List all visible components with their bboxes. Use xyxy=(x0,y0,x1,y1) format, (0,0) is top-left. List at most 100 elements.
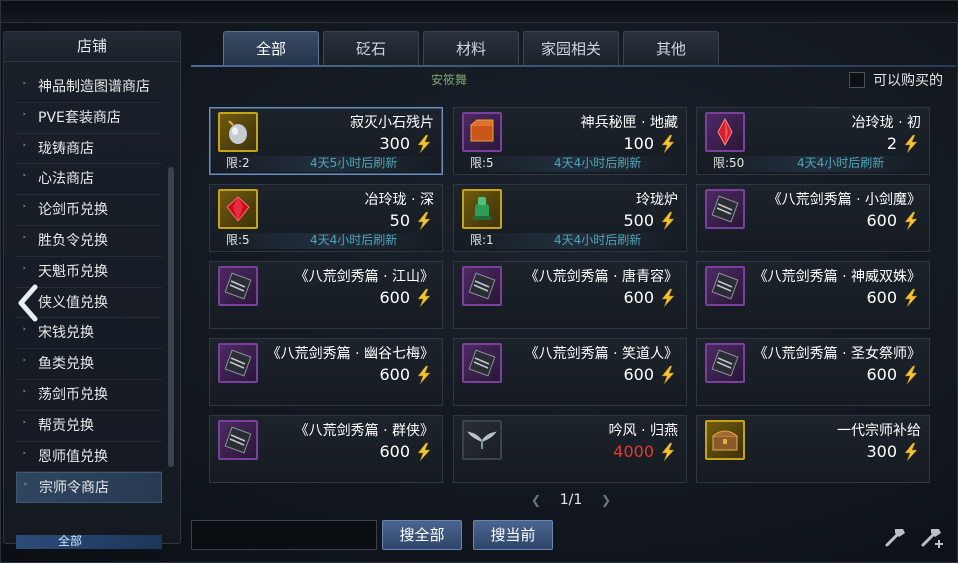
currency-bolt-icon xyxy=(901,134,921,154)
sidebar-item[interactable]: ˃ 荡剑币兑换 xyxy=(16,380,162,411)
sidebar-item-label: 荡剑币兑换 xyxy=(38,386,108,403)
shop-item-card[interactable]: 一代宗师补给 300 xyxy=(696,415,930,483)
tab[interactable]: 其他 xyxy=(623,31,719,65)
item-price: 100 xyxy=(623,134,654,153)
item-name: 一代宗师补给 xyxy=(837,423,921,439)
shop-item-card[interactable]: 《八荒剑秀篇 · 唐青容》 600 xyxy=(453,261,687,329)
chevron-right-icon: ˃ xyxy=(22,420,27,431)
item-limit: 限:2 xyxy=(226,156,250,170)
item-name: 《八荒剑秀篇 · 幽谷七梅》 xyxy=(266,346,434,362)
sidebar-title: 店铺 xyxy=(4,32,180,62)
page-indicator: 1/1 xyxy=(559,492,583,508)
sidebar-item-label: 帮贡兑换 xyxy=(38,417,94,434)
sidebar-sub-item-label: 全部 xyxy=(58,535,83,548)
prev-page-icon[interactable]: ❮ xyxy=(531,493,541,507)
item-name: 《八荒剑秀篇 · 小剑魔》 xyxy=(767,192,921,208)
item-price: 500 xyxy=(623,211,654,230)
currency-bolt-icon xyxy=(658,365,678,385)
search-input[interactable] xyxy=(191,520,377,550)
item-refresh: 4天4小时后刷新 xyxy=(554,233,642,247)
item-refresh: 4天4小时后刷新 xyxy=(797,156,885,170)
item-price: 600 xyxy=(623,288,654,307)
sidebar-item-label: 宗师令商店 xyxy=(39,480,109,497)
shop-item-card[interactable]: 《八荒剑秀篇 · 幽谷七梅》 600 xyxy=(209,338,443,406)
sidebar-item[interactable]: ˃ 心法商店 xyxy=(16,164,162,196)
item-price: 4000 xyxy=(613,442,654,461)
sidebar-item[interactable]: ˃ 珑铸商店 xyxy=(16,134,162,165)
sidebar-item-label: 胜负令兑换 xyxy=(38,232,108,249)
sidebar-item[interactable]: ˃ 恩师值兑换 xyxy=(16,442,162,473)
currency-bolt-icon xyxy=(901,211,921,231)
sidebar-item-label: 神品制造图谱商店 xyxy=(38,79,150,95)
tab-underline xyxy=(191,65,956,67)
sidebar-item[interactable]: ˃ 鱼类兑换 xyxy=(16,349,162,380)
sidebar-item-label: 论剑币兑换 xyxy=(38,202,108,219)
shop-window: 店铺 ˃ 神品制造图谱商店 ˃ PVE套装商店 ˃ 珑铸商店 ˃ 心法商店 ˃ 论剑币兑换 ˃ 胜负令… xyxy=(0,0,958,563)
sidebar-sub-item-all[interactable]: 全部 xyxy=(16,535,162,549)
scroll-icon xyxy=(218,420,258,460)
affordable-label: 可以购买的 xyxy=(873,73,943,89)
tab[interactable]: 家园相关 xyxy=(523,31,619,65)
currency-bolt-icon xyxy=(658,134,678,154)
shop-item-card[interactable]: 冶玲珑 · 深 50 限:5 4天4小时后刷新 xyxy=(209,184,443,252)
shop-item-card[interactable]: 冶玲珑 · 初 2 限:50 4天4小时后刷新 xyxy=(696,107,930,175)
affordable-checkbox[interactable] xyxy=(849,72,865,88)
item-name: 《八荒剑秀篇 · 群侠》 xyxy=(294,423,434,439)
sidebar-item[interactable]: ˃ 帮贡兑换 xyxy=(16,411,162,442)
sidebar-item[interactable]: ˃ 神品制造图谱商店 xyxy=(16,72,162,103)
orange-box-icon xyxy=(462,112,502,152)
wings-icon xyxy=(462,420,502,460)
item-price: 600 xyxy=(379,365,410,384)
item-name: 《八荒剑秀篇 · 神威双姝》 xyxy=(753,269,921,285)
item-name: 《八荒剑秀篇 · 唐青容》 xyxy=(524,269,678,285)
chevron-down-icon: ˅ xyxy=(23,483,28,494)
top-strip xyxy=(1,1,958,23)
sidebar-item[interactable]: ˅ 宗师令商店 xyxy=(16,472,162,504)
sidebar-scrollbar[interactable] xyxy=(168,167,174,467)
item-name: 《八荒剑秀篇 · 笑道人》 xyxy=(524,346,678,362)
item-name: 《八荒剑秀篇 · 江山》 xyxy=(294,269,434,285)
next-page-icon[interactable]: ❯ xyxy=(601,493,611,507)
hammer-icon[interactable] xyxy=(883,523,909,549)
tab[interactable]: 砭石 xyxy=(323,31,419,65)
treasure-chest-icon xyxy=(705,420,745,460)
sidebar-item-label: 天魁币兑换 xyxy=(38,263,108,280)
back-arrow-icon[interactable] xyxy=(13,283,43,323)
scroll-icon xyxy=(705,343,745,383)
shop-item-card[interactable]: 玲珑炉 500 限:1 4天4小时后刷新 xyxy=(453,184,687,252)
green-furnace-icon xyxy=(462,189,502,229)
hammer-plus-icon[interactable] xyxy=(919,523,945,549)
item-name: 寂灭小石残片 xyxy=(350,115,434,131)
item-refresh: 4天4小时后刷新 xyxy=(554,156,642,170)
sidebar-item[interactable]: ˃ 论剑币兑换 xyxy=(16,195,162,226)
scroll-icon xyxy=(218,266,258,306)
red-gem-icon xyxy=(218,189,258,229)
scroll-icon xyxy=(462,266,502,306)
item-price: 600 xyxy=(866,288,897,307)
sidebar-item[interactable]: ˃ PVE套装商店 xyxy=(16,103,162,134)
shop-item-card[interactable]: 《八荒剑秀篇 · 江山》 600 xyxy=(209,261,443,329)
tab[interactable]: 全部 xyxy=(223,31,319,65)
sidebar-item-label: 恩师值兑换 xyxy=(38,448,108,465)
item-name: 吟风 · 归燕 xyxy=(608,423,678,439)
shop-item-card[interactable]: 吟风 · 归燕 4000 xyxy=(453,415,687,483)
shop-item-card[interactable]: 《八荒剑秀篇 · 小剑魔》 600 xyxy=(696,184,930,252)
currency-bolt-icon xyxy=(901,288,921,308)
shop-item-card[interactable]: 《八荒剑秀篇 · 群侠》 600 xyxy=(209,415,443,483)
shop-item-card[interactable]: 寂灭小石残片 300 限:2 4天5小时后刷新 xyxy=(209,107,443,175)
shop-item-card[interactable]: 神兵秘匣 · 地藏 100 限:5 4天4小时后刷新 xyxy=(453,107,687,175)
search-current-button[interactable]: 搜当前 xyxy=(473,520,553,550)
item-limit: 限:1 xyxy=(470,233,494,247)
sidebar-item[interactable]: ˃ 胜负令兑换 xyxy=(16,226,162,257)
shop-item-card[interactable]: 《八荒剑秀篇 · 圣女祭师》 600 xyxy=(696,338,930,406)
item-refresh: 4天5小时后刷新 xyxy=(310,156,398,170)
shop-item-card[interactable]: 《八荒剑秀篇 · 神威双姝》 600 xyxy=(696,261,930,329)
tab[interactable]: 材料 xyxy=(423,31,519,65)
shop-item-card[interactable]: 《八荒剑秀篇 · 笑道人》 600 xyxy=(453,338,687,406)
item-price: 600 xyxy=(379,442,410,461)
pager: ❮ 1/1 ❯ xyxy=(531,490,611,510)
chevron-right-icon: ˃ xyxy=(22,359,27,370)
affordable-filter[interactable]: 可以购买的 xyxy=(849,71,943,89)
currency-bolt-icon xyxy=(414,211,434,231)
search-all-button[interactable]: 搜全部 xyxy=(382,520,462,550)
